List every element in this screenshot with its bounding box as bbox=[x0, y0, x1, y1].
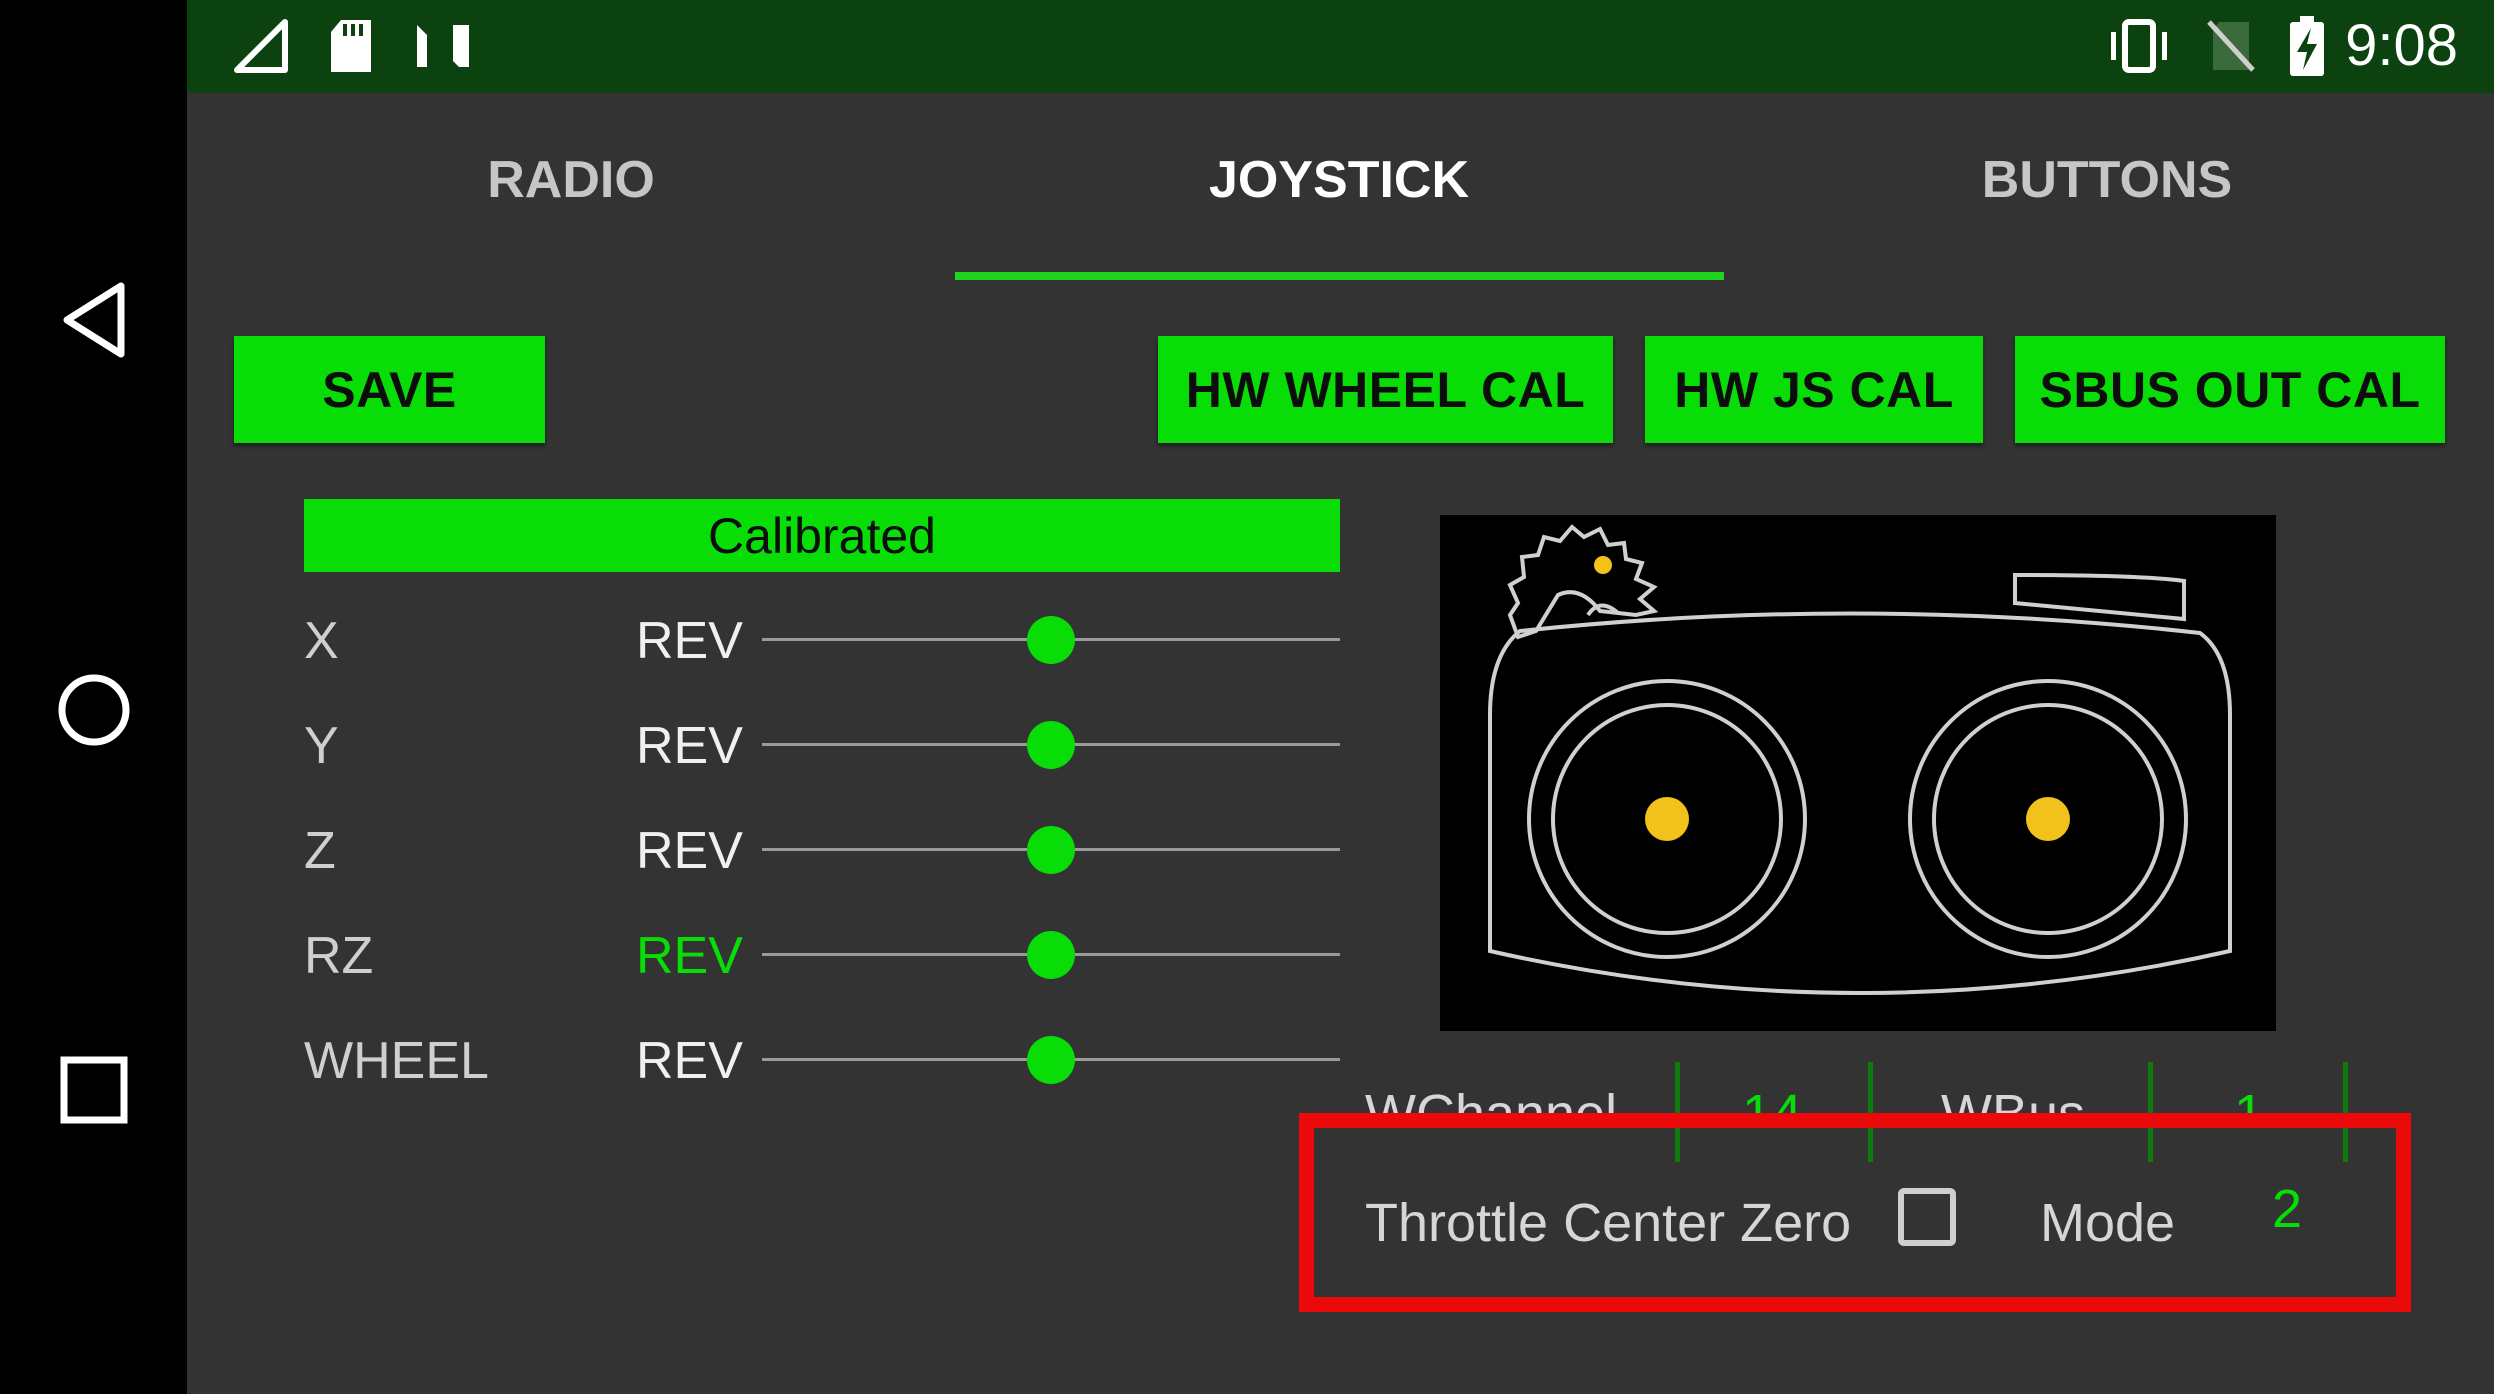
status-bar: 9:08 bbox=[187, 0, 2494, 93]
axis-label: Y bbox=[304, 717, 339, 775]
joystick-preview bbox=[1440, 515, 2276, 1031]
clock: 9:08 bbox=[2345, 13, 2458, 78]
home-icon[interactable] bbox=[0, 660, 187, 760]
signal-icon bbox=[231, 16, 291, 76]
no-sim-icon bbox=[2205, 16, 2257, 76]
left-stick-dot bbox=[1645, 797, 1689, 841]
axis-slider-thumb[interactable] bbox=[1027, 721, 1075, 769]
axis-label: RZ bbox=[304, 927, 374, 985]
tab-indicator bbox=[955, 272, 1724, 280]
sd-card-icon bbox=[327, 16, 375, 76]
back-icon[interactable] bbox=[0, 270, 187, 370]
rev-toggle-y[interactable]: REV bbox=[636, 716, 743, 776]
axis-label: Z bbox=[304, 822, 336, 880]
tab-radio[interactable]: RADIO bbox=[321, 150, 821, 210]
tab-joystick[interactable]: JOYSTICK bbox=[1089, 150, 1589, 210]
battery-charging-icon bbox=[2287, 16, 2327, 76]
axis-label: X bbox=[304, 612, 339, 670]
recents-icon[interactable] bbox=[0, 1040, 187, 1140]
vibrate-icon bbox=[2103, 16, 2175, 76]
axis-slider-thumb[interactable] bbox=[1027, 826, 1075, 874]
right-stick-dot bbox=[2026, 797, 2070, 841]
axis-slider-thumb[interactable] bbox=[1027, 1036, 1075, 1084]
calibration-status: Calibrated bbox=[304, 499, 1340, 572]
rev-toggle-x[interactable]: REV bbox=[636, 611, 743, 671]
save-button[interactable]: SAVE bbox=[234, 336, 545, 443]
rev-toggle-z[interactable]: REV bbox=[636, 821, 743, 881]
n-logo-icon bbox=[413, 16, 473, 76]
hw-js-cal-button[interactable]: HW JS CAL bbox=[1645, 336, 1983, 443]
highlight-box bbox=[1299, 1113, 2411, 1312]
axis-slider-thumb[interactable] bbox=[1027, 931, 1075, 979]
tab-buttons[interactable]: BUTTONS bbox=[1857, 150, 2357, 210]
hw-wheel-cal-button[interactable]: HW WHEEL CAL bbox=[1158, 336, 1613, 443]
axis-slider-thumb[interactable] bbox=[1027, 616, 1075, 664]
rev-toggle-wheel[interactable]: REV bbox=[636, 1031, 743, 1091]
sbus-out-cal-button[interactable]: SBUS OUT CAL bbox=[2015, 336, 2445, 443]
rev-toggle-rz[interactable]: REV bbox=[636, 926, 743, 986]
navigation-bar bbox=[0, 0, 187, 1394]
axis-label: WHEEL bbox=[304, 1032, 489, 1090]
